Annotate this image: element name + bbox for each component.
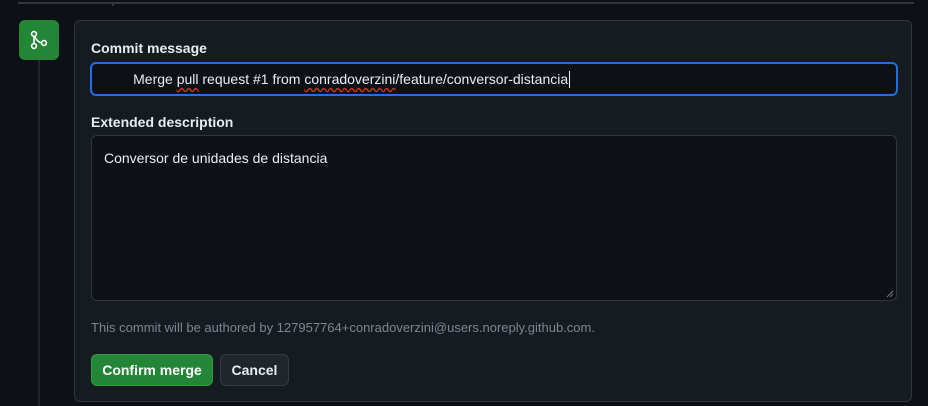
commit-text-prefix: Merge — [133, 71, 177, 87]
merge-badge — [19, 20, 59, 60]
git-merge-icon — [30, 30, 48, 50]
divider-tick — [112, 2, 114, 6]
commit-text-suffix: /feature/conversor-distancia — [395, 71, 569, 87]
resize-grip-icon[interactable] — [886, 290, 894, 298]
extended-description-textarea[interactable]: Conversor de unidades de distancia — [91, 135, 897, 301]
confirm-merge-button[interactable]: Confirm merge — [91, 354, 213, 386]
commit-text-misspelled-1: pull — [176, 71, 199, 87]
commit-text-misspelled-2: conradoverzini — [304, 71, 396, 87]
timeline-line — [38, 58, 40, 406]
text-caret — [569, 70, 571, 88]
commit-message-text: Merge pull request #1 from conradoverzin… — [102, 64, 569, 94]
merge-form-panel: Commit message Merge pull request #1 fro… — [74, 20, 912, 402]
timeline-divider — [18, 2, 914, 6]
commit-message-label: Commit message — [91, 40, 207, 56]
merge-page: Commit message Merge pull request #1 fro… — [0, 0, 928, 406]
commit-text-mid: request #1 from — [198, 71, 305, 87]
commit-message-input[interactable]: Merge pull request #1 from conradoverzin… — [90, 62, 898, 96]
cancel-button[interactable]: Cancel — [220, 354, 289, 386]
author-note: This commit will be authored by 12795776… — [91, 320, 595, 335]
extended-description-label: Extended description — [91, 114, 234, 130]
extended-description-value: Conversor de unidades de distancia — [104, 150, 328, 166]
